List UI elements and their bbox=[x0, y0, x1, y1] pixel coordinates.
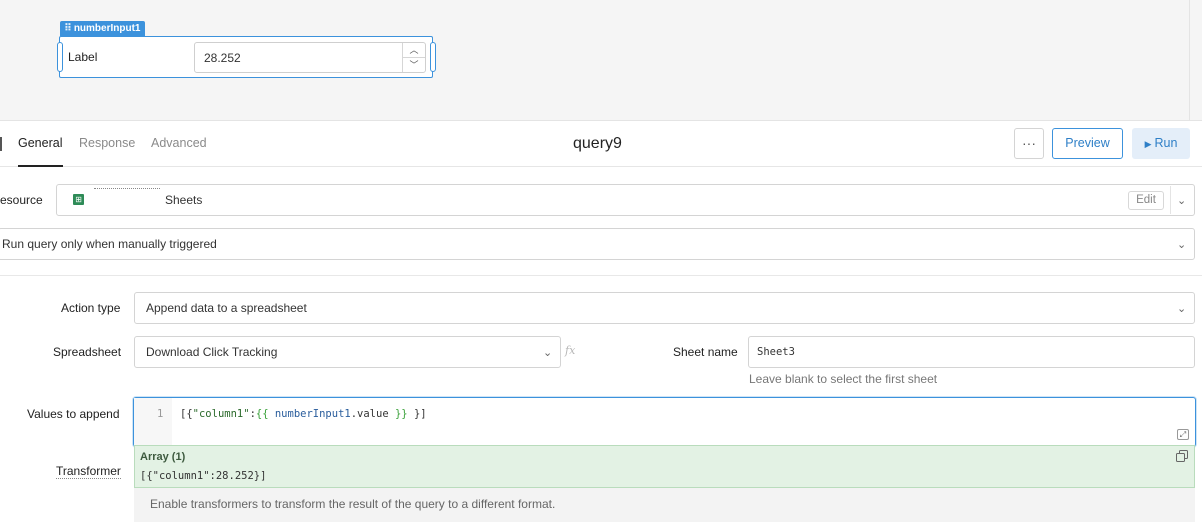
active-tab-indicator bbox=[18, 165, 63, 167]
code-token: .value bbox=[350, 408, 389, 420]
tab-response[interactable]: Response bbox=[79, 136, 135, 150]
spreadsheet-label: Spreadsheet bbox=[53, 345, 122, 359]
sheet-name-value: Sheet3 bbox=[757, 346, 795, 358]
tab-advanced[interactable]: Advanced bbox=[151, 136, 207, 150]
spreadsheet-value: Download Click Tracking bbox=[146, 345, 278, 359]
line-number: 1 bbox=[157, 408, 164, 420]
chevron-down-icon[interactable]: ⌄ bbox=[1177, 194, 1186, 207]
panel-edge-marker bbox=[0, 137, 2, 151]
edit-resource-button[interactable]: Edit bbox=[1128, 191, 1164, 210]
result-type: Array (1) bbox=[140, 451, 186, 463]
query-title[interactable]: query9 bbox=[573, 135, 622, 153]
action-type-value: Append data to a spreadsheet bbox=[146, 301, 307, 315]
number-input-value: 28.252 bbox=[204, 51, 241, 65]
component-tag-label: numberInput1 bbox=[73, 23, 141, 34]
editor-gutter bbox=[134, 398, 172, 446]
google-sheets-icon: ⊞ bbox=[73, 194, 84, 205]
sheet-name-input[interactable] bbox=[748, 336, 1195, 368]
preview-button[interactable]: Preview bbox=[1052, 128, 1123, 159]
transformer-label[interactable]: Transformer bbox=[56, 464, 121, 479]
run-button[interactable]: ▶ Run bbox=[1132, 128, 1190, 159]
resize-handle-left[interactable] bbox=[57, 42, 63, 72]
values-code-editor[interactable] bbox=[133, 397, 1196, 447]
number-input-field[interactable]: 28.252 ︿ ﹀ bbox=[194, 42, 426, 73]
run-button-label: Run bbox=[1154, 136, 1178, 150]
sheet-name-hint: Leave blank to select the first sheet bbox=[749, 372, 938, 386]
evaluation-preview: Array (1) [{"column1":28.252}] bbox=[134, 445, 1195, 488]
code-token: }] bbox=[407, 408, 427, 420]
sheet-name-label: Sheet name bbox=[673, 345, 738, 359]
resize-handle-right[interactable] bbox=[430, 42, 436, 72]
chevron-down-icon[interactable]: ⌄ bbox=[543, 346, 552, 359]
code-token: numberInput1 bbox=[274, 408, 351, 420]
code-token: [{ bbox=[180, 408, 193, 420]
play-icon: ▶ bbox=[1144, 139, 1152, 149]
drag-grip-icon[interactable]: ⠿ bbox=[64, 23, 72, 34]
resource-select[interactable] bbox=[56, 184, 1195, 216]
code-token: "column1" bbox=[192, 408, 250, 420]
section-divider bbox=[0, 275, 1202, 276]
trigger-value: Run query only when manually triggered bbox=[2, 237, 217, 251]
transformer-box[interactable]: Enable transformers to transform the res… bbox=[134, 488, 1195, 522]
canvas-scrollbar[interactable] bbox=[1189, 0, 1190, 120]
chevron-up-icon[interactable]: ︿ bbox=[403, 43, 425, 58]
result-value: [{"column1":28.252}] bbox=[140, 470, 267, 482]
resource-value: Sheets bbox=[165, 193, 203, 207]
transformer-text: Enable transformers to transform the res… bbox=[150, 497, 556, 511]
chevron-down-icon[interactable]: ⌄ bbox=[1177, 302, 1186, 315]
chevron-down-icon[interactable]: ﹀ bbox=[403, 58, 425, 72]
component-tag[interactable]: ⠿ numberInput1 bbox=[60, 21, 146, 36]
values-to-append-label: Values to append bbox=[27, 407, 120, 421]
resource-label: esource bbox=[0, 193, 43, 207]
chevron-down-icon[interactable]: ⌄ bbox=[1177, 238, 1186, 251]
divider bbox=[1170, 186, 1171, 214]
expand-editor-icon[interactable]: ⤢ bbox=[1177, 429, 1189, 440]
action-type-label: Action type bbox=[61, 301, 121, 315]
fx-icon[interactable]: fx bbox=[565, 344, 575, 357]
code-token: }} bbox=[388, 408, 408, 420]
number-stepper[interactable]: ︿ ﹀ bbox=[402, 43, 425, 72]
copy-icon[interactable] bbox=[1176, 450, 1188, 462]
number-input-label: Label bbox=[68, 50, 98, 64]
more-options-button[interactable]: ··· bbox=[1014, 128, 1044, 159]
code-line[interactable]: [{"column1":{{ numberInput1.value }} }] bbox=[180, 408, 427, 420]
redacted-resource-name bbox=[94, 188, 160, 192]
tab-general[interactable]: General bbox=[18, 136, 62, 150]
code-token: {{ bbox=[255, 408, 275, 420]
